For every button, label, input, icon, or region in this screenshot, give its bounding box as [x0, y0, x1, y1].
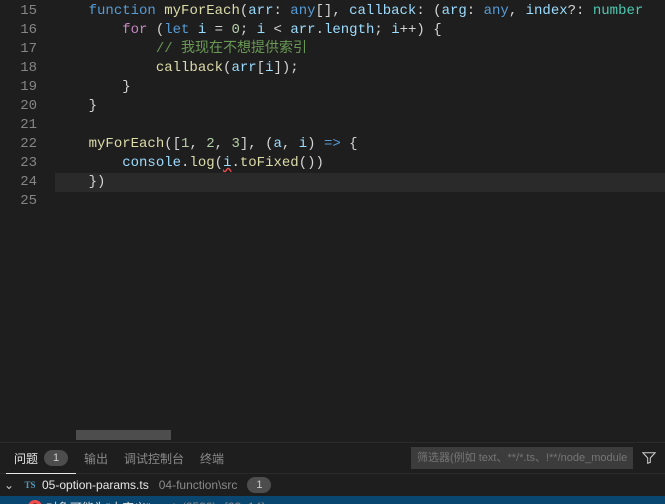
bottom-panel: 问题 1 输出 调试控制台 终端 ⌄ TS 05-option-params.t… [0, 442, 665, 503]
file-name: 05-option-params.ts [42, 478, 149, 492]
code-line[interactable]: } [55, 97, 665, 116]
error-icon: ⊘ [28, 500, 42, 504]
problems-count-badge: 1 [44, 450, 68, 466]
file-problem-count: 1 [247, 477, 271, 493]
code-line[interactable]: for (let i = 0; i < arr.length; i++) { [55, 21, 665, 40]
filter-icon[interactable] [639, 447, 659, 469]
problems-list: ⌄ TS 05-option-params.ts 04-function\src… [0, 474, 665, 504]
filter-input[interactable] [411, 447, 633, 469]
tab-debug-console[interactable]: 调试控制台 [116, 443, 192, 473]
error-location: [23, 14] [225, 500, 265, 504]
error-message: 对象可能为"未定义"。 [46, 499, 163, 504]
tab-problems[interactable]: 问题 1 [6, 443, 76, 474]
code-line[interactable]: myForEach([1, 2, 3], (a, i) => { [55, 135, 665, 154]
horizontal-scrollbar-thumb[interactable] [76, 430, 171, 440]
code-line[interactable] [55, 116, 665, 135]
filter-wrap [411, 447, 659, 469]
typescript-file-icon: TS [22, 477, 38, 493]
tab-output[interactable]: 输出 [76, 443, 116, 473]
code-line[interactable]: console.log(i.toFixed()) [55, 154, 665, 173]
chevron-down-icon: ⌄ [4, 478, 18, 492]
code-line[interactable] [55, 192, 665, 211]
code-line[interactable]: function myForEach(arr: any[], callback:… [55, 2, 665, 21]
error-code: ts(2532) [173, 500, 217, 504]
code-line[interactable]: } [55, 78, 665, 97]
tab-label: 问题 [14, 450, 38, 467]
panel-tabs: 问题 1 输出 调试控制台 终端 [0, 443, 665, 474]
line-gutter: 1516171819202122232425 [0, 0, 55, 443]
code-line[interactable]: }) [55, 173, 665, 192]
code-editor[interactable]: 1516171819202122232425 function myForEac… [0, 0, 665, 443]
code-line[interactable]: // 我现在不想提供索引 [55, 40, 665, 59]
code-area[interactable]: function myForEach(arr: any[], callback:… [55, 0, 665, 443]
code-line[interactable]: callback(arr[i]); [55, 59, 665, 78]
tab-terminal[interactable]: 终端 [192, 443, 232, 473]
file-path: 04-function\src [159, 478, 238, 492]
problem-file-row[interactable]: ⌄ TS 05-option-params.ts 04-function\src… [0, 474, 665, 496]
